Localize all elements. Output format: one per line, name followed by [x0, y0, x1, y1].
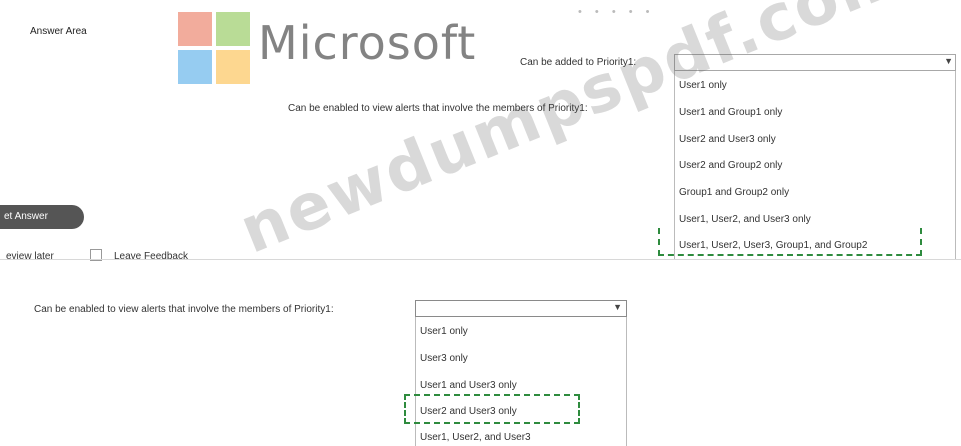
option-user2-group2[interactable]: User2 and Group2 only: [679, 160, 782, 171]
drag-handle-dots: • • • • •: [578, 6, 655, 18]
reset-answer-button[interactable]: et Answer: [0, 205, 84, 229]
microsoft-logo-icon: [178, 12, 252, 86]
chevron-down-icon[interactable]: ▼: [944, 56, 953, 66]
answer-area-label: Answer Area: [30, 26, 87, 37]
logo-square-blue: [178, 50, 212, 84]
question3-options-list: User1 only User3 only User1 and User3 on…: [415, 317, 627, 446]
answer-highlight-box: [658, 228, 922, 256]
option-user1-user2-user3[interactable]: User1, User2, and User3: [420, 432, 531, 443]
logo-square-red: [178, 12, 212, 46]
brand-wordmark: Microsoft: [258, 16, 477, 70]
answer-highlight-box: [404, 394, 580, 424]
logo-square-green: [216, 12, 250, 46]
question3-dropdown[interactable]: ▼: [415, 300, 627, 317]
review-later-label[interactable]: eview later: [6, 251, 54, 262]
option-user1-group1[interactable]: User1 and Group1 only: [679, 107, 782, 118]
option-user3-only[interactable]: User3 only: [420, 353, 468, 364]
option-user2-user3[interactable]: User2 and User3 only: [679, 134, 776, 145]
section-divider: [0, 259, 961, 260]
option-user1-user3[interactable]: User1 and User3 only: [420, 380, 517, 391]
chevron-down-icon[interactable]: ▼: [613, 302, 622, 312]
logo-square-yellow: [216, 50, 250, 84]
question3-prompt: Can be enabled to view alerts that invol…: [34, 304, 334, 315]
option-group1-group2[interactable]: Group1 and Group2 only: [679, 187, 789, 198]
option-user1-only[interactable]: User1 only: [420, 326, 468, 337]
option-user1-user2-user3[interactable]: User1, User2, and User3 only: [679, 214, 811, 225]
leave-feedback-label[interactable]: Leave Feedback: [114, 251, 188, 262]
